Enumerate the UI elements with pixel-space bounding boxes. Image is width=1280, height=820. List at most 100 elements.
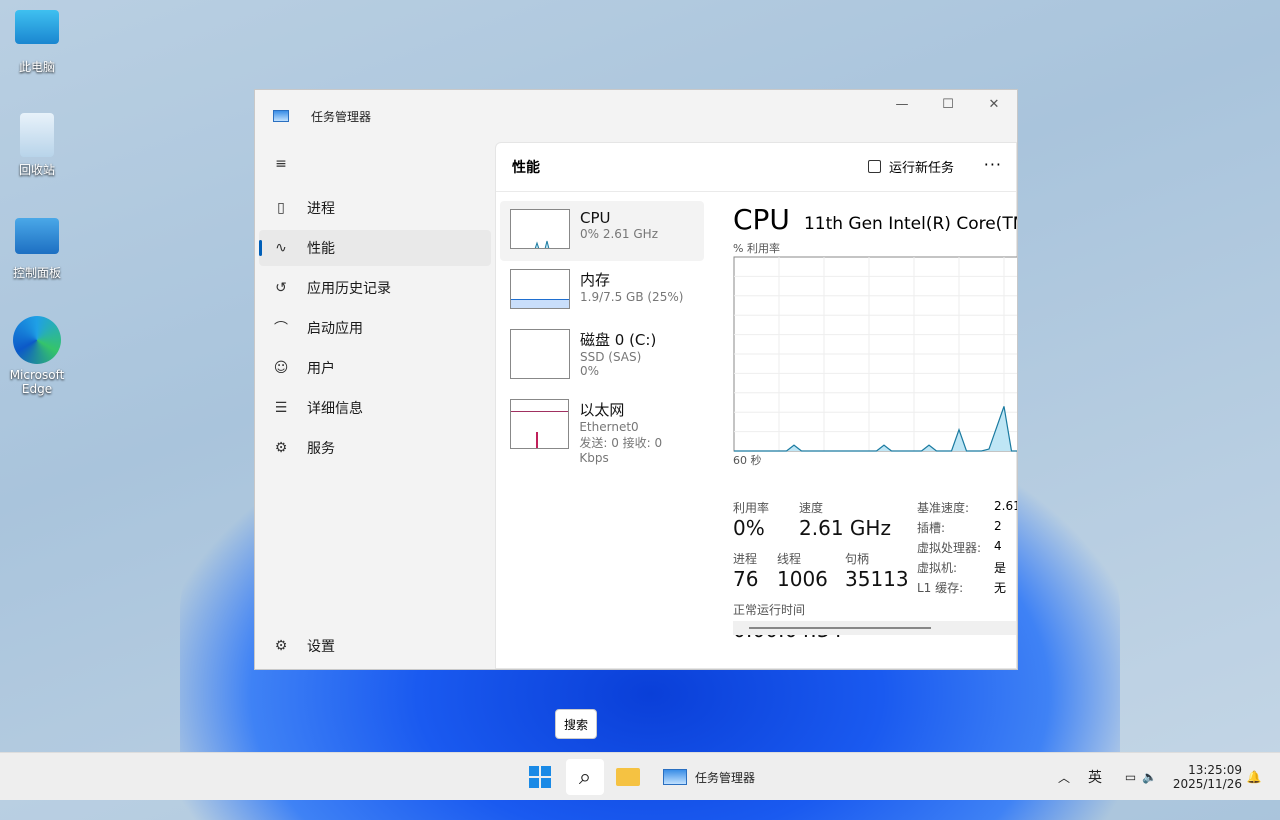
desktop-icon-edge[interactable]: Microsoft Edge bbox=[2, 316, 72, 396]
perf-item-sub: 发送: 0 接收: 0 Kbps bbox=[579, 436, 663, 465]
utilization-label: 利用率 bbox=[733, 501, 770, 515]
clock[interactable]: 13:25:09 2025/11/26 bbox=[1172, 759, 1242, 795]
sidebar-item-users[interactable]: ☺ 用户 bbox=[259, 350, 491, 386]
ethernet-thumbnail bbox=[510, 399, 570, 449]
users-icon: ☺ bbox=[273, 360, 289, 376]
spec-key: L1 缓存: bbox=[917, 581, 964, 595]
more-options-button[interactable]: ··· bbox=[984, 155, 1002, 174]
speed-label: 速度 bbox=[799, 501, 824, 515]
sidebar-item-startup-apps[interactable]: ⌒ 启动应用 bbox=[259, 310, 491, 346]
desktop-icon-recycle-bin[interactable]: 回收站 bbox=[2, 113, 72, 178]
search-icon: ⌕ bbox=[578, 764, 592, 790]
spec-row: 插槽: 2 bbox=[917, 519, 1002, 536]
disk-thumbnail bbox=[510, 329, 570, 379]
uptime-label: 正常运行时间 bbox=[733, 603, 806, 617]
cpu-utilization-chart bbox=[733, 256, 1017, 452]
close-button[interactable]: ✕ bbox=[971, 90, 1017, 118]
search-button[interactable]: ⌕ bbox=[566, 759, 604, 795]
edge-icon bbox=[13, 316, 61, 364]
detail-title: CPU bbox=[733, 203, 790, 236]
sidebar-item-label: 应用历史记录 bbox=[307, 281, 391, 297]
minimize-button[interactable]: — bbox=[879, 90, 925, 118]
network-icon: ▭ bbox=[1124, 770, 1137, 784]
spec-value: 无 bbox=[994, 581, 1007, 595]
network-volume-button[interactable]: ▭ 🔈 bbox=[1116, 759, 1166, 795]
folder-icon bbox=[616, 768, 640, 786]
icon-label: Microsoft Edge bbox=[9, 368, 65, 396]
handles-value: 35113 bbox=[845, 567, 909, 591]
sidebar-item-app-history[interactable]: ↺ 应用历史记录 bbox=[259, 270, 491, 306]
speed-value: 2.61 GHz bbox=[799, 516, 891, 540]
spec-value: 4 bbox=[994, 539, 1002, 553]
spec-key: 虚拟机: bbox=[917, 561, 958, 575]
monitor-icon bbox=[15, 10, 59, 44]
windows-logo-icon bbox=[529, 766, 551, 788]
cpu-detail: CPU 11th Gen Intel(R) Core(TM) i % 利用率 60… bbox=[733, 203, 1017, 668]
perf-item-cpu[interactable]: CPU 0% 2.61 GHz bbox=[500, 201, 704, 261]
spec-row: 基准速度: 2.61 bbox=[917, 499, 1017, 516]
spec-key: 基准速度: bbox=[917, 501, 970, 515]
handles-label: 句柄 bbox=[845, 552, 870, 566]
icon-label: 回收站 bbox=[18, 163, 55, 177]
spec-row: 虚拟机: 是 bbox=[917, 559, 1006, 576]
perf-item-memory[interactable]: 内存 1.9/7.5 GB (25%) bbox=[500, 261, 704, 321]
taskbar: ⌕ 任务管理器 ︿ 英 ▭ 🔈 13:25:09 2025/11/26 🔔 bbox=[0, 752, 1280, 800]
utilization-value: 0% bbox=[733, 516, 765, 540]
memory-thumbnail bbox=[510, 269, 570, 309]
sidebar-item-details[interactable]: ☰ 详细信息 bbox=[259, 390, 491, 426]
sidebar-item-processes[interactable]: ▯ 进程 bbox=[259, 190, 491, 226]
volume-icon: 🔈 bbox=[1142, 770, 1158, 784]
sidebar-item-label: 详细信息 bbox=[307, 401, 363, 417]
taskbar-app-label: 任务管理器 bbox=[694, 770, 755, 785]
sidebar-item-label: 启动应用 bbox=[307, 321, 363, 337]
control-panel-icon bbox=[15, 218, 59, 254]
sidebar-item-performance[interactable]: ∿ 性能 bbox=[259, 230, 491, 266]
spec-row: 虚拟处理器: 4 bbox=[917, 539, 1002, 556]
perf-item-sub: Ethernet0 bbox=[579, 420, 639, 434]
run-new-task-button[interactable]: 运行新任务 bbox=[867, 157, 954, 176]
sidebar-item-services[interactable]: ⚙ 服务 bbox=[259, 430, 491, 466]
perf-item-sub: SSD (SAS) bbox=[580, 350, 642, 364]
sidebar-item-label: 性能 bbox=[307, 241, 335, 257]
run-task-icon bbox=[867, 160, 881, 173]
desktop-icon-this-pc[interactable]: 此电脑 bbox=[2, 10, 72, 75]
startup-icon: ⌒ bbox=[274, 321, 288, 337]
gear-icon: ⚙ bbox=[274, 638, 288, 654]
details-icon: ☰ bbox=[274, 400, 288, 416]
services-icon: ⚙ bbox=[274, 440, 288, 456]
perf-item-name: 以太网 bbox=[579, 401, 625, 419]
performance-icon: ∿ bbox=[275, 240, 287, 256]
performance-panel: 性能 运行新任务 ··· CPU 0% 2.61 GHz 内存 1.9/7.5 GB… bbox=[495, 142, 1017, 669]
time: 13:25:09 bbox=[1188, 763, 1242, 777]
run-task-label: 运行新任务 bbox=[888, 161, 954, 176]
threads-value: 1006 bbox=[777, 567, 828, 591]
horizontal-scrollbar[interactable] bbox=[733, 621, 1016, 635]
file-explorer-button[interactable] bbox=[610, 759, 646, 795]
taskbar-app-task-manager[interactable]: 任务管理器 bbox=[654, 759, 764, 795]
ime-indicator[interactable]: 英 bbox=[1084, 759, 1106, 795]
page-title: 性能 bbox=[512, 160, 540, 176]
scrollbar-thumb[interactable] bbox=[749, 627, 931, 629]
window-title: 任务管理器 bbox=[311, 109, 372, 124]
perf-item-sub: 1.9/7.5 GB (25%) bbox=[580, 290, 684, 304]
spec-key: 虚拟处理器: bbox=[917, 541, 982, 555]
spec-value: 是 bbox=[994, 561, 1007, 575]
hamburger-menu-button[interactable]: ≡ bbox=[259, 146, 491, 182]
date: 2025/11/26 bbox=[1172, 777, 1242, 791]
perf-item-sub: 0% 2.61 GHz bbox=[580, 227, 659, 241]
cpu-thumbnail bbox=[510, 209, 570, 249]
spec-key: 插槽: bbox=[917, 521, 946, 535]
sidebar-item-label: 进程 bbox=[307, 201, 335, 217]
task-manager-icon bbox=[273, 110, 289, 122]
perf-item-ethernet[interactable]: 以太网 Ethernet0 发送: 0 接收: 0 Kbps bbox=[500, 391, 704, 465]
sidebar-item-settings[interactable]: ⚙ 设置 bbox=[259, 628, 491, 664]
perf-item-name: CPU bbox=[580, 209, 611, 227]
perf-list: CPU 0% 2.61 GHz 内存 1.9/7.5 GB (25%) 磁盘 0 (… bbox=[500, 201, 704, 465]
maximize-button[interactable]: ☐ bbox=[925, 90, 971, 118]
notification-bell-icon[interactable]: 🔔 bbox=[1244, 759, 1264, 795]
desktop-icon-control-panel[interactable]: 控制面板 bbox=[2, 218, 72, 281]
perf-item-disk[interactable]: 磁盘 0 (C:) SSD (SAS) 0% bbox=[500, 321, 704, 381]
show-hidden-icons-button[interactable]: ︿ bbox=[1054, 759, 1074, 795]
start-button[interactable] bbox=[522, 759, 558, 795]
threads-label: 线程 bbox=[777, 552, 802, 566]
